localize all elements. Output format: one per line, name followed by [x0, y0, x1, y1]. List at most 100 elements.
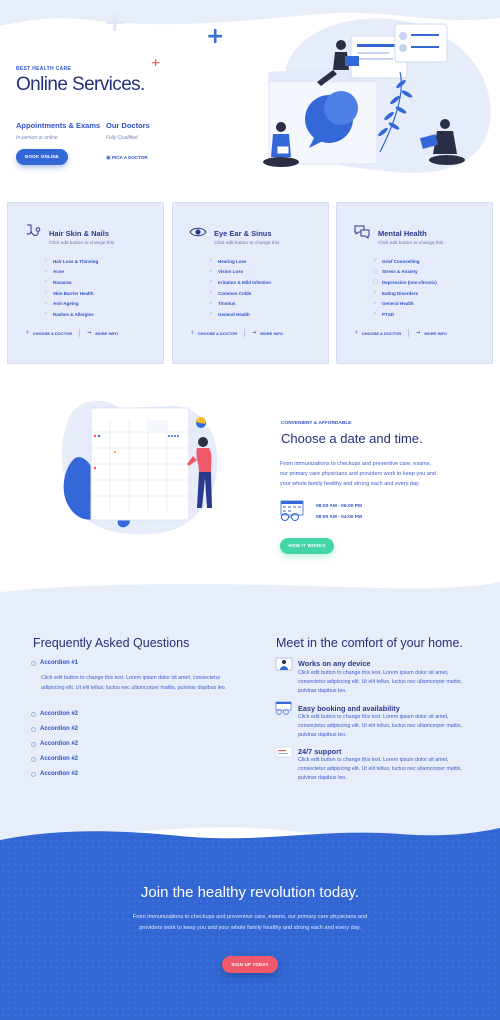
calendar-glasses-icon: [275, 701, 292, 715]
divider: [244, 329, 246, 337]
list-item: ✓ General Health: [209, 311, 250, 318]
circle-icon: [31, 741, 36, 747]
hours-weekday: 08:00 AM - 06:00 PM: [316, 504, 362, 509]
service-card-mental-health[interactable]: Mental Health Click edit button to chang…: [336, 202, 493, 364]
more-info-link[interactable]: MORE INFO: [424, 331, 447, 336]
hours-weekend: 08:00 AM - 04:00 PM: [316, 515, 362, 520]
check-icon: ✓: [373, 290, 378, 297]
accordion-item[interactable]: Accordion #2: [31, 726, 78, 732]
hero-eyebrow: BEST HEALTH CARE: [16, 66, 71, 72]
check-icon: ✓: [373, 300, 378, 307]
list-item: □ Depression (non-chronic): [373, 279, 437, 286]
doctor-screen-icon: [275, 657, 293, 671]
check-icon: ✓: [209, 279, 214, 286]
check-icon: ✓: [373, 311, 378, 318]
check-icon: ✓: [209, 311, 214, 318]
list-item: ✓ Hearing Loss: [209, 258, 247, 265]
arrow-right-icon: →: [252, 330, 257, 336]
accordion-item[interactable]: Accordion #2: [31, 771, 78, 777]
card-footer: ⚕ CHOOSE A DOCTOR → MORE INFO: [26, 329, 118, 337]
sign-up-button[interactable]: SIGN UP TODAY: [222, 956, 278, 973]
card-subtitle: Click edit button to change this: [49, 241, 115, 246]
card-subtitle: Click edit button to change this: [214, 241, 280, 246]
feature-title: 24/7 support: [298, 747, 342, 756]
accordion-item[interactable]: Accordion #2: [31, 756, 78, 762]
check-icon: ✓: [44, 279, 49, 286]
accordion-title: Accordion #2: [40, 726, 79, 732]
service-card-eye-ear-sinus[interactable]: Eye Ear & Sinus Click edit button to cha…: [172, 202, 329, 364]
divider: [408, 329, 410, 337]
list-item: ✓ Hair Loss & Thinning: [44, 258, 99, 265]
booking-description: From immunizations to checkups and preve…: [280, 461, 436, 487]
pick-a-doctor-link[interactable]: ▣ PICK A DOCTOR: [106, 155, 148, 161]
card-title: Mental Health: [378, 229, 427, 238]
list-item: ✓ Tinnitus: [209, 300, 236, 307]
feature-title: Works on any device: [298, 659, 371, 668]
book-online-button[interactable]: BOOK ONLINE: [16, 149, 68, 165]
how-it-works-button[interactable]: HOW IT WORKS: [280, 538, 334, 554]
camera-icon: ▣: [106, 155, 111, 161]
plus-decoration-icon: +: [206, 24, 225, 49]
meet-heading: Meet in the comfort of your home.: [276, 636, 463, 650]
square-icon: □: [373, 279, 378, 286]
eye-icon: [189, 227, 207, 237]
check-icon: ✓: [209, 290, 214, 297]
booking-title: Choose a date and time.: [281, 431, 423, 446]
feature-description: Click edit button to change this text. L…: [298, 714, 462, 738]
feature-description: Click edit button to change this text. L…: [298, 757, 462, 781]
stethoscope-icon: ⚕: [355, 330, 358, 336]
check-icon: ✓: [44, 258, 49, 265]
square-icon: □: [373, 268, 378, 275]
choose-doctor-link[interactable]: CHOOSE A DOCTOR: [33, 331, 72, 336]
doctors-subtext: Fully Qualified: [106, 135, 138, 141]
list-item: ✓ Common Colds: [209, 290, 252, 297]
circle-icon: [31, 771, 36, 777]
feature-title: Easy booking and availability: [298, 704, 400, 713]
plus-decoration-icon: +: [151, 56, 161, 69]
choose-doctor-link[interactable]: CHOOSE A DOCTOR: [362, 331, 401, 336]
plus-decoration-icon: +: [103, 5, 127, 38]
page-title: Online Services.: [16, 74, 145, 95]
calendar-illustration: [61, 400, 218, 535]
check-icon: ✓: [44, 290, 49, 297]
accordion-body: Click edit button to change this text. L…: [41, 675, 227, 691]
cta-description: From immunizations to checkups and preve…: [132, 914, 368, 931]
cta-heading: Join the healthy revolution today.: [140, 884, 360, 901]
appointments-subtext: In-person or online: [16, 135, 58, 141]
check-icon: ✓: [373, 258, 378, 265]
stethoscope-icon: ⚕: [26, 330, 29, 336]
accordion-title: Accordion #1: [40, 660, 79, 666]
list-item: ✓ Rashes & Allergies: [44, 311, 94, 318]
list-item: ✓ Skin Barrier Health: [44, 290, 94, 297]
more-info-link[interactable]: MORE INFO: [260, 331, 283, 336]
card-conditions-list: ✓ Grief Counselling □ Stress & Anxiety □ De…: [373, 256, 437, 320]
feature-description: Click edit button to change this text. L…: [298, 670, 462, 694]
accordion-item-open[interactable]: Accordion #1: [31, 660, 78, 666]
more-info-link[interactable]: MORE INFO: [95, 331, 118, 336]
check-icon: ✓: [209, 258, 214, 265]
service-card-hair-skin-nails[interactable]: Hair Skin & Nails Click edit button to c…: [7, 202, 164, 364]
support-chat-icon: [275, 746, 293, 758]
calendar-glasses-icon: [280, 500, 304, 521]
circle-icon: [31, 756, 36, 762]
accordion-item[interactable]: Accordion #2: [31, 741, 78, 747]
check-icon: ✓: [44, 268, 49, 275]
chat-bubbles-icon: [354, 225, 370, 239]
list-item: ✓ Eating Disorders: [373, 290, 419, 297]
doctors-heading: Our Doctors: [106, 121, 150, 130]
accordion-title: Accordion #2: [40, 711, 79, 717]
accordion-item[interactable]: Accordion #2: [31, 711, 78, 717]
card-footer: ⚕ CHOOSE A DOCTOR → MORE INFO: [355, 329, 447, 337]
list-item: ✓ Acne: [44, 268, 65, 275]
card-title: Hair Skin & Nails: [49, 229, 110, 238]
list-item: □ Stress & Anxiety: [373, 268, 418, 275]
appointments-heading: Appointments & Exams: [16, 121, 101, 130]
list-item: ✓ Vision Loss: [209, 268, 244, 275]
card-conditions-list: ✓ Hearing Loss ✓ Vision Loss ✓ Irritation &…: [209, 256, 271, 320]
pick-a-doctor-label: PICK A DOCTOR: [112, 155, 148, 160]
list-item: ✓ Anti-Ageing: [44, 300, 79, 307]
card-title: Eye Ear & Sinus: [214, 229, 272, 238]
choose-doctor-link[interactable]: CHOOSE A DOCTOR: [198, 331, 237, 336]
accordion-title: Accordion #2: [40, 756, 79, 762]
check-icon: ✓: [44, 300, 49, 307]
